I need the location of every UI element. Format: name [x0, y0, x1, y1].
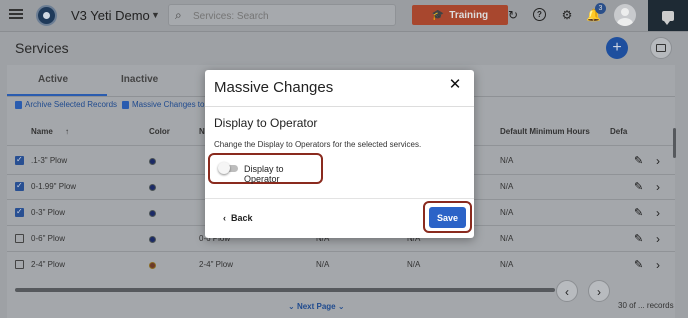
chevron-right-icon[interactable]: › — [656, 181, 666, 193]
next-page-link[interactable]: ⌄ Next Page ⌄ — [288, 302, 345, 311]
edit-pencil-icon[interactable]: ✎ — [634, 155, 646, 167]
cell-default-min-hours: N/A — [500, 156, 514, 165]
back-label: Back — [231, 213, 253, 223]
cell-default-min-hours: N/A — [500, 182, 514, 191]
dialog-footer-divider — [205, 198, 474, 199]
layout-toggle-button[interactable] — [650, 37, 672, 59]
service-name: 2-4" Plow — [31, 260, 65, 269]
archive-selected-button[interactable]: Archive Selected Records — [15, 100, 117, 109]
cell-value: N/A — [316, 260, 330, 269]
cell-default-min-hours: N/A — [500, 208, 514, 217]
help-icon[interactable]: ? — [533, 8, 546, 21]
save-button[interactable]: Save — [429, 207, 466, 228]
chat-bubble-icon — [662, 10, 674, 25]
edit-pencil-icon[interactable]: ✎ — [634, 259, 646, 271]
toggle-switch[interactable] — [218, 162, 238, 174]
close-icon[interactable]: ✕ — [448, 77, 462, 92]
archive-label: Archive Selected Records — [25, 100, 118, 109]
app-title[interactable]: V3 Yeti Demo — [71, 8, 150, 23]
section-title: Display to Operator — [214, 116, 318, 130]
chevron-right-icon[interactable]: › — [656, 259, 666, 271]
records-count: 30 of ... records — [618, 301, 674, 310]
color-swatch — [149, 236, 156, 243]
toggle-label: Display to Operator — [244, 164, 284, 184]
cell-default-min-hours: N/A — [500, 234, 514, 243]
column-header-name-2[interactable]: N — [199, 127, 205, 136]
service-name: .1-3" Plow — [31, 156, 68, 165]
tab-inactive[interactable]: Inactive — [121, 74, 158, 85]
column-header-name[interactable]: Name ↑ — [31, 127, 69, 136]
header-name-label: Name — [31, 127, 53, 136]
chevron-right-icon[interactable]: › — [656, 207, 666, 219]
app-root: V3 Yeti Demo ▼ ⌕ 🎓 Training ↻ ? ⚙ 🔔 3 Se… — [0, 0, 688, 318]
display-to-operator-toggle[interactable]: Display to Operator — [208, 153, 323, 184]
row-divider — [7, 251, 675, 252]
training-label: Training — [449, 9, 489, 21]
dialog-description: Change the Display to Operators for the … — [214, 140, 422, 149]
app-logo[interactable] — [36, 5, 57, 26]
column-header-default-minimum-hours[interactable]: Default Minimum Hours — [500, 127, 590, 136]
service-name: 0-3" Plow — [31, 208, 65, 217]
scroll-left-button[interactable]: ‹ — [556, 280, 578, 302]
back-button[interactable]: ‹ Back — [223, 213, 253, 223]
cell-default-min-hours: N/A — [500, 260, 514, 269]
search-box[interactable]: ⌕ — [168, 4, 396, 26]
chevron-down-icon[interactable]: ▼ — [151, 10, 160, 20]
horizontal-scrollbar[interactable] — [15, 288, 555, 292]
row-checkbox[interactable] — [15, 155, 24, 165]
archive-icon — [15, 100, 22, 109]
graduation-cap-icon: 🎓 — [431, 9, 445, 21]
sort-arrow-up-icon: ↑ — [65, 127, 70, 136]
search-icon: ⌕ — [175, 8, 182, 22]
color-swatch — [149, 184, 156, 191]
chat-button[interactable] — [648, 0, 688, 31]
row-checkbox[interactable] — [15, 207, 24, 217]
avatar[interactable] — [614, 4, 636, 26]
tab-active[interactable]: Active — [38, 74, 68, 85]
gear-icon[interactable]: ⚙ — [560, 8, 574, 22]
chevron-down-icon: ⌄ — [288, 302, 295, 311]
dialog-header: Massive Changes ✕ — [205, 70, 474, 107]
chevron-right-icon[interactable]: › — [656, 155, 666, 167]
chevron-left-icon: ‹ — [223, 213, 226, 223]
edit-multiple-icon — [122, 100, 129, 109]
massive-changes-dialog: Massive Changes ✕ Display to Operator Ch… — [205, 70, 474, 238]
color-swatch — [149, 262, 156, 269]
notification-badge: 3 — [595, 3, 606, 14]
vertical-scrollbar[interactable] — [673, 128, 676, 158]
row-checkbox[interactable] — [15, 260, 24, 269]
color-swatch — [149, 210, 156, 217]
refresh-icon[interactable]: ↻ — [506, 8, 520, 22]
toggle-knob — [218, 162, 230, 174]
dialog-title: Massive Changes — [214, 79, 334, 96]
top-bar: V3 Yeti Demo ▼ ⌕ 🎓 Training ↻ ? ⚙ 🔔 3 — [0, 0, 688, 32]
column-header-color[interactable]: Color — [149, 127, 170, 136]
service-name: 0-6" Plow — [31, 234, 65, 243]
chevron-down-icon: ⌄ — [337, 302, 345, 311]
hamburger-menu-icon[interactable] — [9, 7, 23, 21]
add-service-button[interactable]: + — [606, 37, 628, 59]
row-checkbox[interactable] — [15, 234, 24, 243]
column-header-default-more[interactable]: Defa — [610, 127, 627, 136]
cell-value: N/A — [407, 260, 421, 269]
edit-pencil-icon[interactable]: ✎ — [634, 207, 646, 219]
chevron-right-icon[interactable]: › — [656, 233, 666, 245]
edit-pencil-icon[interactable]: ✎ — [634, 181, 646, 193]
scroll-right-button[interactable]: › — [588, 280, 610, 302]
edit-pencil-icon[interactable]: ✎ — [634, 233, 646, 245]
search-input[interactable] — [191, 8, 393, 24]
service-name: 0-1.99" Plow — [31, 182, 77, 191]
cell-display-name: 2-4" Plow — [199, 260, 233, 269]
next-page-label: Next Page — [296, 302, 336, 311]
row-checkbox[interactable] — [15, 181, 24, 191]
page-title: Services — [15, 40, 69, 56]
color-swatch — [149, 158, 156, 165]
training-button[interactable]: 🎓 Training — [412, 5, 508, 25]
